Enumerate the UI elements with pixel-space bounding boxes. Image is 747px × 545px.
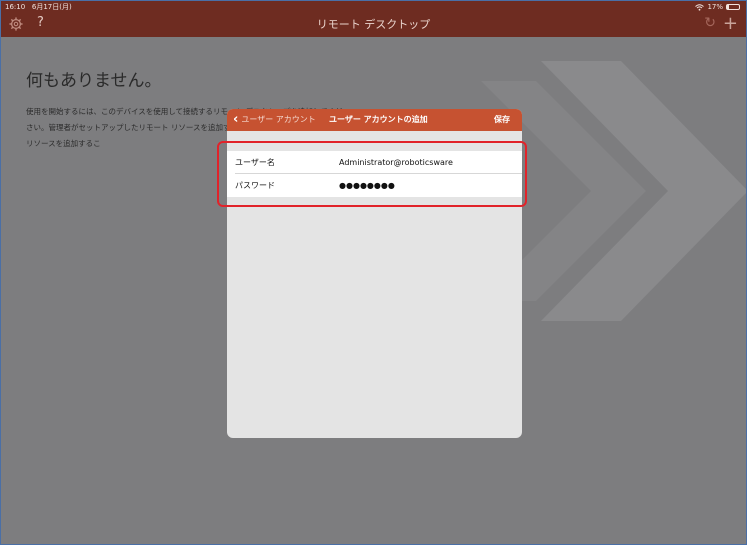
empty-state-title: 何もありません。 — [26, 71, 162, 91]
refresh-icon[interactable]: ↻ — [704, 15, 716, 31]
battery-icon — [726, 4, 740, 10]
status-bar: 16:10 6月17日(月) 17% — [1, 1, 746, 13]
navigation-bar: ? リモート デスクトップ ↻ + — [1, 13, 746, 37]
app-window: 16:10 6月17日(月) 17% ? リモート デスクトップ ↻ + 何もあ… — [0, 0, 747, 545]
annotation-highlight-box — [217, 141, 527, 207]
battery-percent: 17% — [707, 3, 723, 11]
wifi-icon — [695, 3, 705, 11]
app-title: リモート デスクトップ — [316, 18, 431, 31]
back-button-label: ユーザー アカウント — [241, 115, 316, 124]
back-button[interactable]: ‹ ユーザー アカウント — [233, 109, 316, 131]
status-date: 6月17日(月) — [31, 3, 72, 11]
save-button[interactable]: 保存 — [494, 109, 510, 131]
battery-fill — [727, 5, 730, 9]
dialog-header: ‹ ユーザー アカウント ユーザー アカウントの追加 保存 — [227, 109, 522, 131]
back-chevron-icon: ‹ — [233, 112, 239, 127]
status-time: 16:10 — [5, 3, 26, 11]
dialog-title: ユーザー アカウントの追加 — [329, 115, 428, 124]
add-icon[interactable]: + — [723, 13, 738, 35]
